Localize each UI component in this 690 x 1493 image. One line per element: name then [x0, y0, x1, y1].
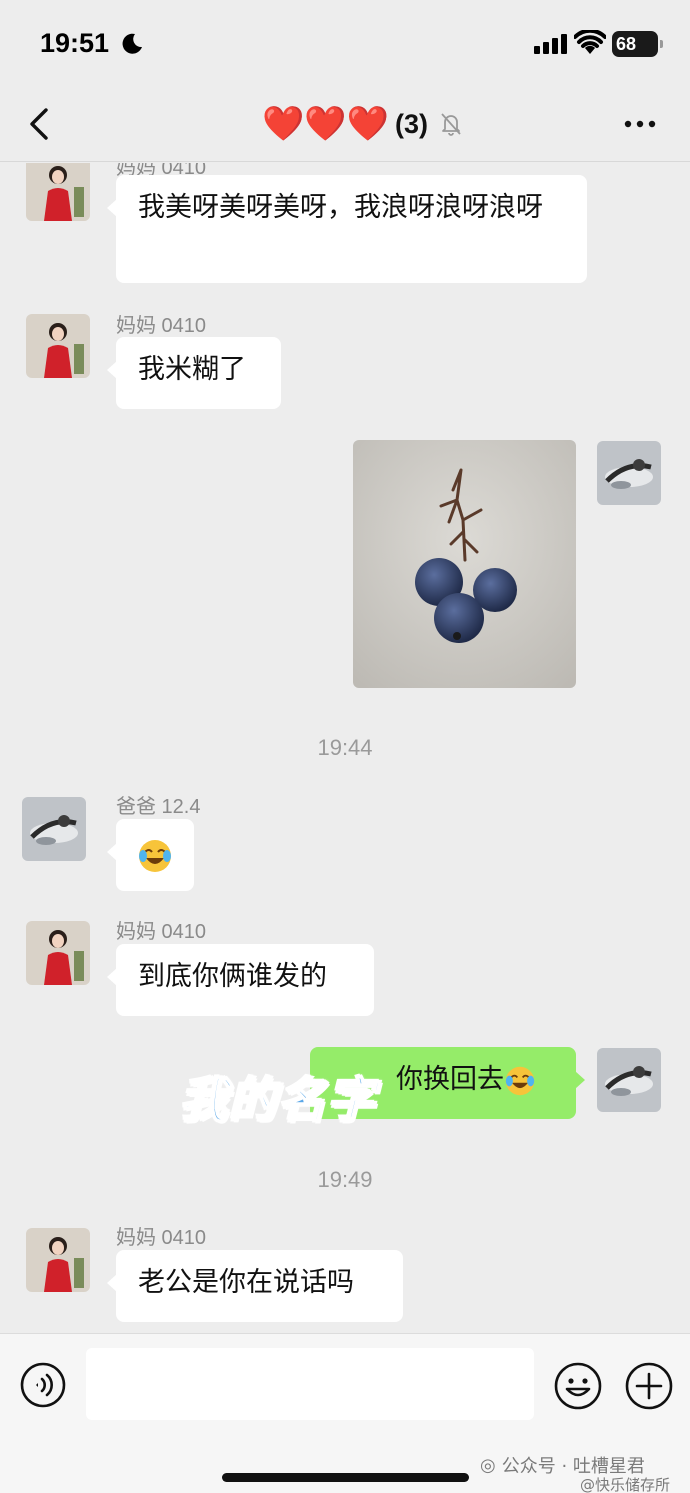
emoji-icon[interactable]: [553, 1361, 603, 1411]
avatar-me[interactable]: [597, 441, 661, 505]
status-bar: 19:51 68: [0, 0, 690, 90]
sender-name: 爸爸 12.4: [116, 796, 201, 818]
chat-messages[interactable]: 妈妈 0410 我美呀美呀美呀，我浪呀浪呀浪呀 妈妈 0410 我米糊了 19:…: [0, 163, 690, 1333]
avatar-mom[interactable]: [26, 1228, 90, 1292]
sender-name: 妈妈 0410: [116, 921, 207, 943]
watermark-text-2: @快乐储存所: [580, 1476, 671, 1493]
message-text: 老公是你在说话吗: [138, 1267, 354, 1298]
battery-icon: 68: [612, 31, 663, 57]
time-divider: 19:49: [317, 1167, 373, 1192]
message-bubble[interactable]: 到底你俩谁发的: [107, 944, 374, 1016]
battery-level: 68: [616, 34, 637, 54]
input-bar: ◎ 公众号 · 吐槽星君 @快乐储存所: [0, 1333, 690, 1493]
message-text: 我米糊了: [138, 354, 246, 385]
crying-laughing-emoji: [505, 1066, 535, 1095]
message-bubble[interactable]: 我美呀美呀美呀，我浪呀浪呀浪呀: [107, 175, 587, 283]
message-bubble[interactable]: 我米糊了: [107, 337, 281, 409]
moon-icon: [122, 33, 142, 54]
footer-watermark-2: @快乐储存所: [580, 1474, 670, 1493]
voice-icon[interactable]: [19, 1361, 67, 1409]
message-text: 你换回去: [396, 1064, 504, 1095]
mute-bell-icon: [441, 113, 461, 136]
message-input[interactable]: [86, 1348, 534, 1420]
sender-name: 妈妈 0410: [116, 315, 207, 337]
photo-message-blueberries[interactable]: [353, 440, 576, 688]
avatar-mom[interactable]: [26, 314, 90, 378]
wechat-logo-icon: ◎: [480, 1454, 496, 1476]
back-icon[interactable]: [26, 104, 54, 144]
sender-name: 妈妈 0410: [116, 1227, 207, 1249]
crying-laughing-emoji: [139, 839, 171, 872]
message-text: 我美呀美呀美呀，我浪呀浪呀浪呀: [138, 192, 543, 223]
message-bubble[interactable]: 老公是你在说话吗: [107, 1250, 403, 1322]
chat-header: ❤️❤️❤️ (3): [0, 90, 690, 162]
status-time: 19:51: [40, 28, 110, 58]
avatar-dad[interactable]: [22, 797, 86, 861]
more-icon[interactable]: [620, 112, 660, 136]
time-divider: 19:44: [317, 735, 373, 760]
signal-icon: [534, 34, 567, 54]
avatar-mom[interactable]: [26, 163, 90, 221]
home-indicator: [222, 1473, 469, 1482]
avatar-me[interactable]: [597, 1048, 661, 1112]
message-text: 到底你俩谁发的: [138, 961, 327, 992]
member-count: (3): [395, 108, 429, 139]
chat-title-hearts: ❤️❤️❤️: [262, 104, 390, 144]
wifi-icon: [574, 30, 606, 54]
chat-title[interactable]: ❤️❤️❤️ (3): [262, 102, 464, 146]
overlay-sticker-text: 我的名字: [179, 1072, 377, 1130]
message-bubble[interactable]: [107, 819, 194, 891]
plus-icon[interactable]: [624, 1361, 674, 1411]
avatar-mom[interactable]: [26, 921, 90, 985]
